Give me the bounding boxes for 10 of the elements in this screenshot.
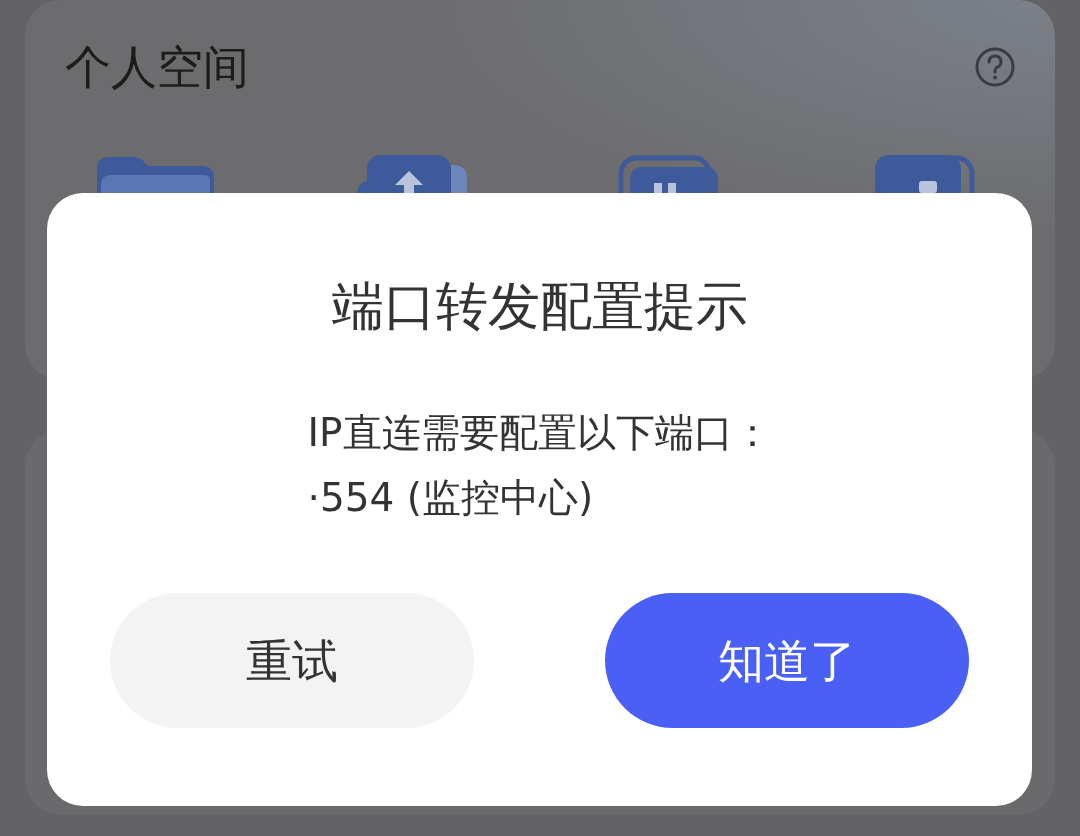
stacked-tile-icon[interactable] [618,155,719,193]
help-icon[interactable] [975,47,1015,87]
confirm-button[interactable]: 知道了 [605,593,969,728]
retry-button[interactable]: 重试 [110,593,474,728]
port-item: ·554 (监控中心) [307,474,594,522]
message-text: IP直连需要配置以下端口： [307,409,772,457]
upload-icon[interactable] [356,155,467,193]
section-title: 个人空间 [65,39,249,95]
tile-icon[interactable] [874,155,975,193]
dialog-title: 端口转发配置提示 [331,275,748,337]
